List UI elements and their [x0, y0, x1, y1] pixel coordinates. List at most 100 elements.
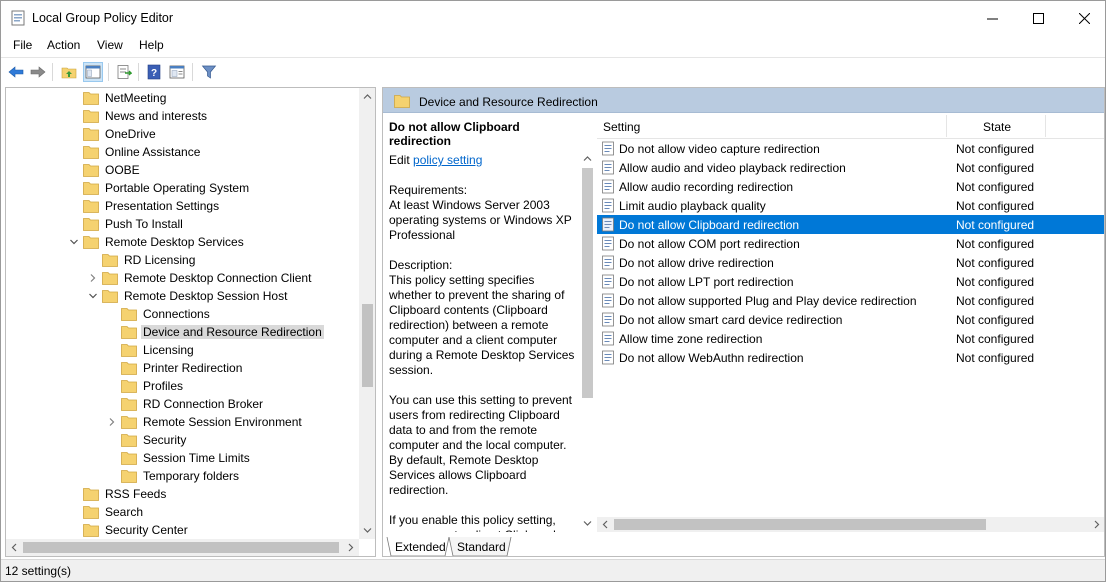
desc-scroll-down-arrow[interactable] [579, 515, 596, 532]
chevron-left-icon [11, 543, 17, 552]
chevron-down-icon[interactable] [88, 290, 98, 302]
list-header: Setting State [597, 113, 1104, 139]
properties-button[interactable] [167, 62, 187, 82]
table-row[interactable]: Do not allow drive redirection Not config… [597, 253, 1104, 272]
tree-item-label: Presentation Settings [105, 199, 220, 213]
list-scroll-left-arrow[interactable] [597, 516, 614, 532]
column-header-setting[interactable]: Setting [603, 120, 640, 134]
maximize-button[interactable] [1015, 1, 1061, 35]
tree-item-label: Connections [143, 307, 210, 321]
tree-item[interactable]: Presentation Settings [6, 197, 357, 215]
policy-editor-icon [11, 10, 25, 26]
details-header: Device and Resource Redirection [383, 88, 1104, 113]
setting-state: Not configured [956, 161, 1035, 175]
tree-item[interactable]: Online Assistance [6, 143, 357, 161]
back-arrow-icon [8, 66, 24, 78]
table-row[interactable]: Do not allow LPT port redirection Not con… [597, 272, 1104, 291]
tree-item[interactable]: NetMeeting [6, 89, 357, 107]
tree-item[interactable]: News and interests [6, 107, 357, 125]
tree-item[interactable]: Remote Session Environment [6, 413, 357, 431]
table-row[interactable]: Do not allow supported Plug and Play dev… [597, 291, 1104, 310]
back-button[interactable] [6, 62, 26, 82]
table-row[interactable]: Do not allow smart card device redirecti… [597, 310, 1104, 329]
settings-list[interactable]: Setting State Do not allow video capture… [597, 113, 1104, 532]
table-row[interactable]: Do not allow video capture redirection No… [597, 139, 1104, 158]
folder-icon [121, 470, 137, 483]
scroll-down-arrow[interactable] [359, 522, 375, 539]
filter-button[interactable] [199, 62, 219, 82]
tree-item[interactable]: Device and Resource Redirection [6, 323, 357, 341]
policy-setting-link[interactable]: policy setting [413, 153, 482, 167]
tree-item[interactable]: RD Connection Broker [6, 395, 357, 413]
forward-button[interactable] [28, 62, 48, 82]
minimize-button[interactable] [969, 1, 1015, 35]
show-hide-tree-button[interactable] [83, 62, 103, 82]
tree-item[interactable]: Session Time Limits [6, 449, 357, 467]
table-row[interactable]: Do not allow Clipboard redirection Not co… [597, 215, 1104, 234]
tree-item[interactable]: Printer Redirection [6, 359, 357, 377]
table-row[interactable]: Do not allow WebAuthn redirection Not con… [597, 348, 1104, 367]
chevron-right-icon[interactable] [107, 416, 117, 428]
tree-item[interactable]: Security Center [6, 521, 357, 539]
title-bar[interactable]: Local Group Policy Editor [1, 1, 1105, 35]
desc-scroll-up-arrow[interactable] [579, 150, 596, 167]
list-hscroll-thumb[interactable] [614, 519, 986, 530]
tree-horizontal-scrollbar[interactable] [6, 539, 359, 556]
table-row[interactable]: Allow time zone redirection Not configure… [597, 329, 1104, 348]
tab-standard[interactable]: Standard [449, 539, 514, 556]
tree-item[interactable]: Portable Operating System [6, 179, 357, 197]
scroll-left-arrow[interactable] [6, 539, 23, 556]
console-tree[interactable]: NetMeeting News and interests OneDrive Onli… [5, 87, 376, 557]
policy-setting-icon [602, 141, 614, 156]
description-scrollbar[interactable] [579, 150, 596, 532]
tree-item[interactable]: Remote Desktop Session Host [6, 287, 357, 305]
menu-help[interactable]: Help [139, 38, 164, 52]
close-button[interactable] [1061, 1, 1106, 35]
policy-setting-icon [602, 236, 614, 251]
desc-scroll-thumb[interactable] [582, 168, 593, 398]
tree-item[interactable]: Profiles [6, 377, 357, 395]
tree-item[interactable]: OOBE [6, 161, 357, 179]
tree-item[interactable]: Push To Install [6, 215, 357, 233]
chevron-down-icon[interactable] [69, 236, 79, 248]
tree-item[interactable]: Remote Desktop Connection Client [6, 269, 357, 287]
tree-item[interactable]: RD Licensing [6, 251, 357, 269]
tree-item[interactable]: RSS Feeds [6, 485, 357, 503]
folder-icon [121, 380, 137, 393]
setting-name: Do not allow supported Plug and Play dev… [619, 294, 917, 308]
menu-action[interactable]: Action [47, 38, 80, 52]
list-horizontal-scrollbar[interactable] [597, 516, 1104, 532]
table-row[interactable]: Allow audio recording redirection Not con… [597, 177, 1104, 196]
list-scroll-right-arrow[interactable] [1088, 516, 1104, 532]
tree-item[interactable]: Connections [6, 305, 357, 323]
tree-item[interactable]: Security [6, 431, 357, 449]
tree-item[interactable]: Search [6, 503, 357, 521]
help-button[interactable]: ? [144, 62, 164, 82]
tab-extended[interactable]: Extended [387, 539, 454, 556]
tree-item[interactable]: Licensing [6, 341, 357, 359]
tree-hscroll-thumb[interactable] [23, 542, 339, 553]
table-row[interactable]: Allow audio and video playback redirecti… [597, 158, 1104, 177]
folder-icon [121, 416, 137, 429]
policy-setting-icon [602, 217, 614, 232]
details-header-title: Device and Resource Redirection [419, 95, 598, 109]
tree-scroll-thumb[interactable] [362, 304, 373, 387]
column-header-state[interactable]: State [983, 120, 1011, 134]
tree-vertical-scrollbar[interactable] [359, 88, 375, 539]
tree-item[interactable]: OneDrive [6, 125, 357, 143]
tree-item-label: Push To Install [105, 217, 183, 231]
tree-item[interactable]: Temporary folders [6, 467, 357, 485]
chevron-right-icon[interactable] [88, 272, 98, 284]
table-row[interactable]: Do not allow COM port redirection Not con… [597, 234, 1104, 253]
table-row[interactable]: Limit audio playback quality Not configur… [597, 196, 1104, 215]
tree-item-label: Printer Redirection [143, 361, 243, 375]
tree-item-label: Online Assistance [105, 145, 201, 159]
menu-view[interactable]: View [97, 38, 123, 52]
export-list-button[interactable] [114, 62, 134, 82]
menu-file[interactable]: File [13, 38, 32, 52]
up-folder-button[interactable] [59, 62, 79, 82]
tree-item[interactable]: Remote Desktop Services [6, 233, 357, 251]
tree-item-label: Remote Desktop Session Host [124, 289, 288, 303]
scroll-right-arrow[interactable] [342, 539, 359, 556]
scroll-up-arrow[interactable] [359, 88, 375, 105]
